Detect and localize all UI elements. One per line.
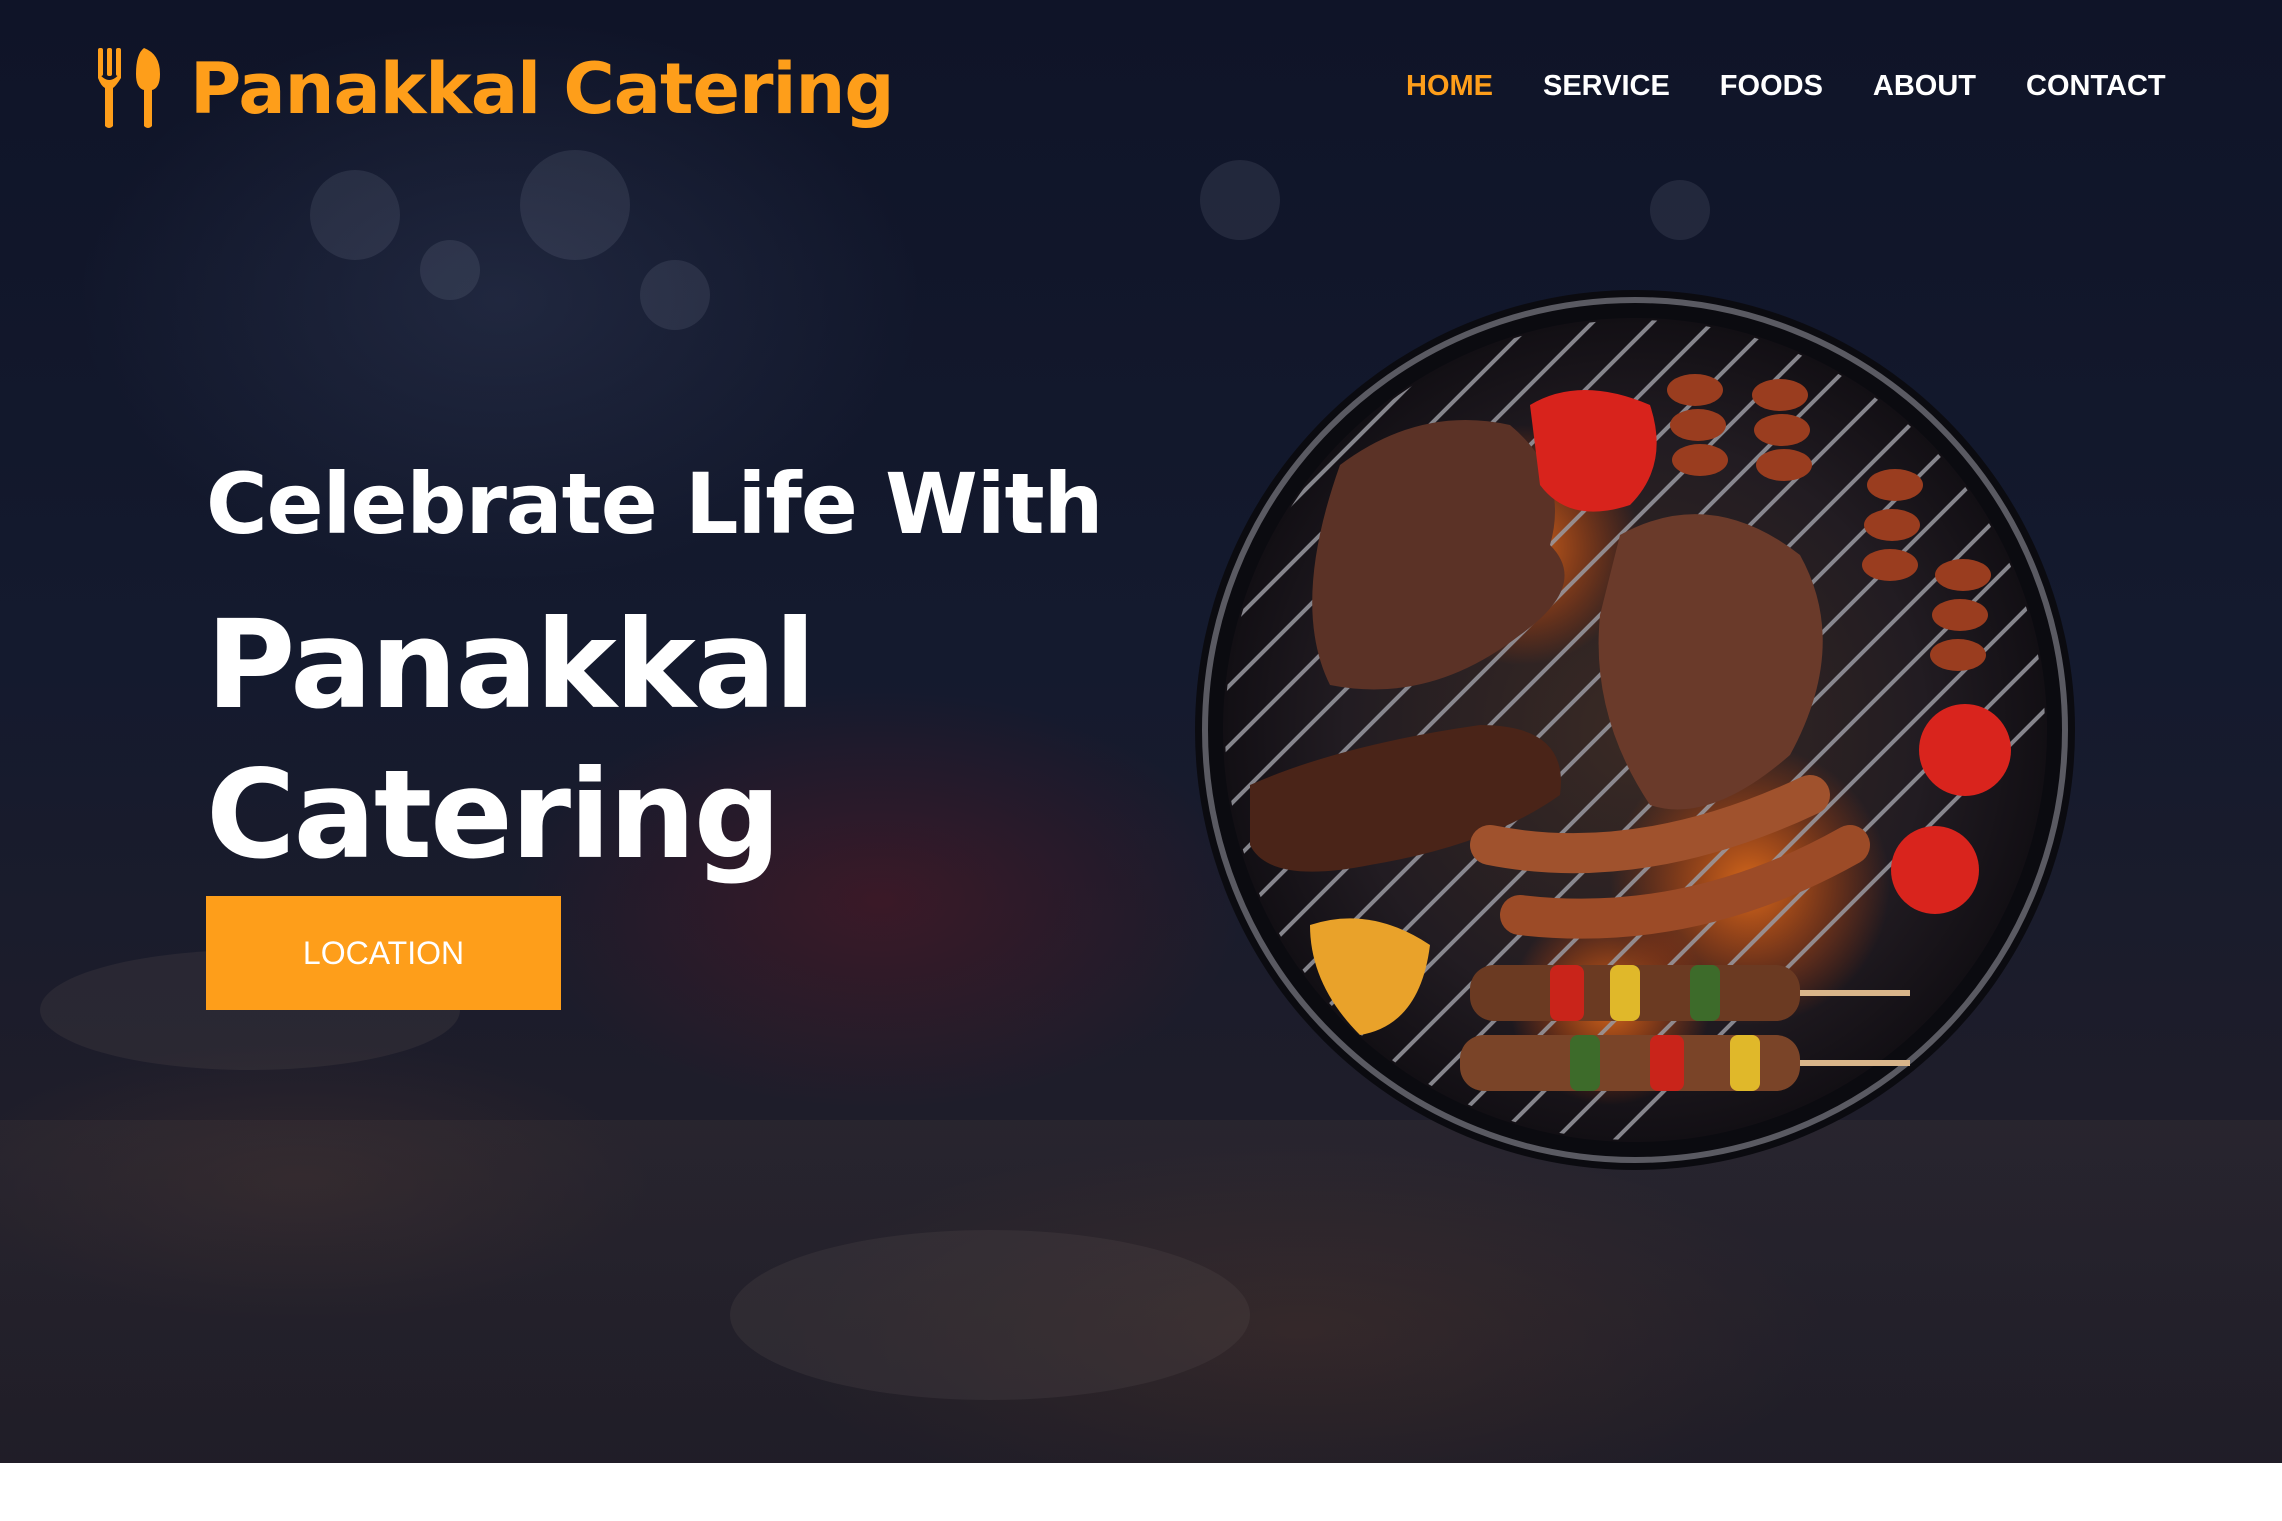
background-bokeh (640, 260, 710, 330)
brand-name: Panakkal Catering (190, 48, 894, 130)
background-bokeh (1200, 160, 1280, 240)
brand-logo[interactable]: Panakkal Catering (96, 46, 894, 132)
background-plate (730, 1230, 1250, 1400)
hero-tagline: Celebrate Life With (206, 455, 1103, 553)
nav-foods[interactable]: FOODS (1720, 70, 1823, 103)
nav-service[interactable]: SERVICE (1543, 70, 1670, 103)
nav-home[interactable]: HOME (1406, 70, 1493, 103)
background-bokeh (520, 150, 630, 260)
bbq-grill-image (1195, 290, 2075, 1170)
nav-contact[interactable]: CONTACT (2026, 70, 2166, 103)
nav-about[interactable]: ABOUT (1873, 70, 1976, 103)
main-nav: HOME SERVICE FOODS ABOUT CONTACT (1406, 70, 2216, 103)
hero-section: Panakkal Catering HOME SERVICE FOODS ABO… (0, 0, 2282, 1463)
background-bokeh (1650, 180, 1710, 240)
location-button[interactable]: LOCATION (206, 896, 561, 1010)
hero-title: Panakkal Catering (206, 594, 816, 886)
background-bokeh (310, 170, 400, 260)
background-bokeh (420, 240, 480, 300)
fork-spoon-icon (98, 48, 160, 128)
